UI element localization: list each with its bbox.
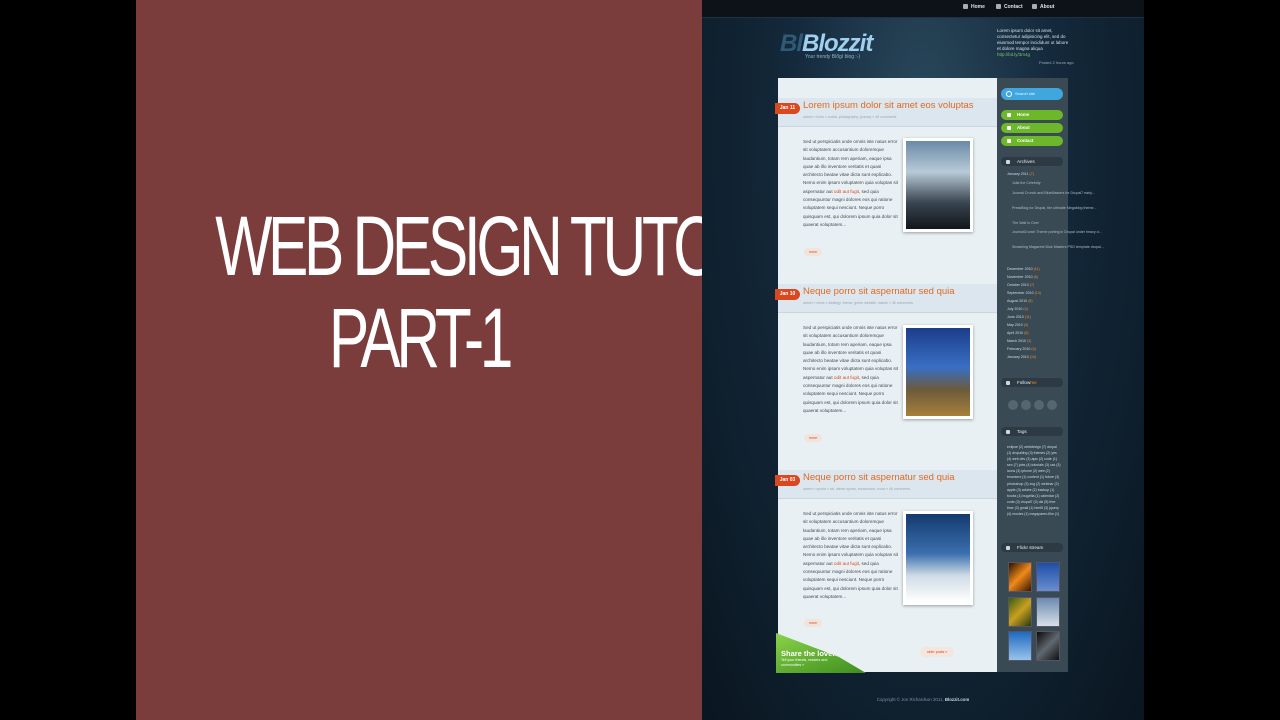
archive-month[interactable]: December 2010 (11) (1007, 267, 1040, 271)
nav-contact[interactable]: Contact (996, 4, 1023, 10)
search-icon (1006, 91, 1012, 97)
flickr-thumbnail[interactable] (1036, 631, 1060, 661)
post-image-big-ben[interactable] (903, 138, 973, 232)
post-excerpt: Sed ut perspiciatis unde omnis iste natu… (803, 139, 898, 227)
more-button[interactable]: more (804, 434, 822, 442)
tutorial-title: WEB DESIGN TUTORIAL PART-1 (215, 199, 837, 385)
camera-icon (1006, 545, 1010, 550)
post-inline-link[interactable]: odit aut fugit (834, 189, 859, 194)
tutorial-title-panel: WEB DESIGN TUTORIAL PART-1 (136, 0, 838, 720)
user-icon (1032, 4, 1037, 10)
post-meta: admin » news » strategy, theme, green we… (803, 301, 913, 305)
sidebar: Search site Home About Contact Archives … (997, 78, 1104, 672)
archive-post-link[interactable]: Julia the Celebrity (1012, 181, 1041, 185)
archive-month[interactable]: October 2010 (7) (1007, 283, 1034, 287)
date-tag: Jan 11 (775, 103, 800, 114)
sidebar-menu-home[interactable]: Home (1001, 110, 1063, 120)
archive-post-link[interactable]: The Wait Is Over (1012, 221, 1039, 225)
flickr-thumbnail[interactable] (1008, 597, 1032, 627)
post-inline-link[interactable]: odit aut fugit (834, 561, 859, 566)
site-tagline: Your trendy Blőgí blog :-) (805, 54, 861, 60)
archive-post-link[interactable]: PressBlog for Drupal, the ultimate Megab… (1012, 206, 1097, 210)
header-posted-time: Posted 2 hours ago (1039, 60, 1074, 65)
tag-icon (1006, 429, 1010, 434)
share-title: Share the love! (781, 649, 835, 658)
older-posts-button[interactable]: older posts » (920, 647, 954, 657)
archives-heading: Archives (1001, 157, 1063, 166)
post-header: Jan 11 Lorem ipsum dolor sit amet eos vo… (775, 98, 997, 127)
post-header: Jan 10 Neque porro sit aspernatur sed qu… (775, 284, 997, 313)
follow-icon (1006, 380, 1010, 385)
post-image-tree[interactable] (903, 325, 973, 419)
date-tag: Jan 10 (775, 289, 800, 300)
flickr-heading: Flickr stream (1001, 543, 1063, 552)
post-title[interactable]: Neque porro sit aspernatur sed quia (803, 286, 955, 297)
archive-month[interactable]: June 2010 (11) (1007, 315, 1031, 319)
twitter-icon[interactable] (1008, 400, 1018, 410)
archive-post-link[interactable]: Journal Crunch and BlueMasters for Drupa… (1012, 191, 1095, 195)
top-nav-bar: Home Contact About (702, 0, 1144, 18)
screen: WEB DESIGN TUTORIAL PART-1 Home Contact … (0, 0, 1280, 720)
post-title[interactable]: Lorem ipsum dolor sit amet eos voluptas (803, 100, 974, 111)
home-icon (1007, 113, 1011, 117)
follow-heading: Followme (1001, 378, 1063, 387)
archive-month[interactable]: March 2010 (3) (1007, 339, 1031, 343)
sidebar-menu-contact[interactable]: Contact (1001, 136, 1063, 146)
post-meta: admin » fonts » social, photography, jou… (803, 115, 897, 119)
date-tag: Jan 03 (775, 475, 800, 486)
tags-heading: Tags (1001, 427, 1063, 436)
header-blurb: Lorem ipsum dolor sit amet, consectetur … (997, 28, 1069, 57)
flickr-thumbnail[interactable] (1036, 562, 1060, 592)
archive-month[interactable]: May 2010 (9) (1007, 323, 1028, 327)
flickr-thumbnail[interactable] (1008, 562, 1032, 592)
post-inline-link[interactable]: odit aut fugit (834, 375, 859, 380)
archive-month[interactable]: January 2010 (10) (1007, 355, 1036, 359)
rss-icon[interactable] (1047, 400, 1057, 410)
archive-month[interactable]: April 2010 (6) (1007, 331, 1029, 335)
post-title[interactable]: Neque porro sit aspernatur sed quia (803, 472, 955, 483)
archive-post-link[interactable]: Smashing Magazine Blue Masters PSD templ… (1012, 245, 1104, 249)
share-ribbon[interactable]: Share the love! Tell your friends, reade… (776, 633, 866, 673)
posts-column: Jan 11 Lorem ipsum dolor sit amet eos vo… (775, 78, 997, 673)
archive-current-month[interactable]: January 2011 (7) (1007, 172, 1034, 176)
home-icon (963, 4, 968, 10)
tutorial-title-line-2: PART-1 (328, 291, 514, 385)
sidebar-menu-about[interactable]: About (1001, 123, 1063, 133)
search-placeholder: Search site (1015, 91, 1036, 96)
share-subtitle: Tell your friends, readers and communiti… (781, 658, 828, 667)
post-header: Jan 03 Neque porro sit aspernatur sed qu… (775, 470, 997, 499)
tag-cloud[interactable]: eclipse (2) webdesign (7) drupal (1) dro… (1007, 444, 1062, 517)
delicious-icon[interactable] (1021, 400, 1031, 410)
archive-month[interactable]: August 2010 (6) (1007, 299, 1033, 303)
calendar-icon (1006, 159, 1010, 164)
more-button[interactable]: more (804, 248, 822, 256)
archive-month[interactable]: February 2010 (4) (1007, 347, 1036, 351)
flickr-thumbnail[interactable] (1036, 597, 1060, 627)
footer-copyright: Copyright © Jon Richardson 2011, Blozzit… (876, 697, 970, 702)
flickr-icon[interactable] (1034, 400, 1044, 410)
user-icon (1007, 126, 1011, 130)
search-input[interactable]: Search site (1001, 88, 1063, 100)
post-excerpt: Sed ut perspiciatis unde omnis iste natu… (803, 325, 898, 413)
post-excerpt: Sed ut perspiciatis unde omnis iste natu… (803, 511, 898, 599)
archive-post-link[interactable]: JournalCrunch Theme porting in Drupal un… (1012, 230, 1102, 234)
nav-about[interactable]: About (1032, 4, 1054, 10)
contact-icon (996, 4, 1001, 10)
archive-month[interactable]: November 2010 (8) (1007, 275, 1038, 279)
more-button[interactable]: more (804, 619, 822, 627)
nav-home[interactable]: Home (963, 4, 985, 10)
archive-month[interactable]: July 2010 (4) (1007, 307, 1028, 311)
tutorial-title-line-1: WEB DESIGN TUTORIAL (215, 199, 837, 293)
post-meta: admin » sports » ski, winter sports, sno… (803, 487, 910, 491)
footer-brand-link[interactable]: Blozzit.com (945, 697, 969, 702)
archive-month[interactable]: September 2010 (14) (1007, 291, 1041, 295)
contact-icon (1007, 139, 1011, 143)
flickr-thumbnail[interactable] (1008, 631, 1032, 661)
header-link[interactable]: http://bit.ly/3m4g (997, 52, 1030, 57)
blog-template-preview: Home Contact About BlBlozzit Your trendy… (702, 0, 1144, 720)
post-image-snowboard[interactable] (903, 511, 973, 605)
